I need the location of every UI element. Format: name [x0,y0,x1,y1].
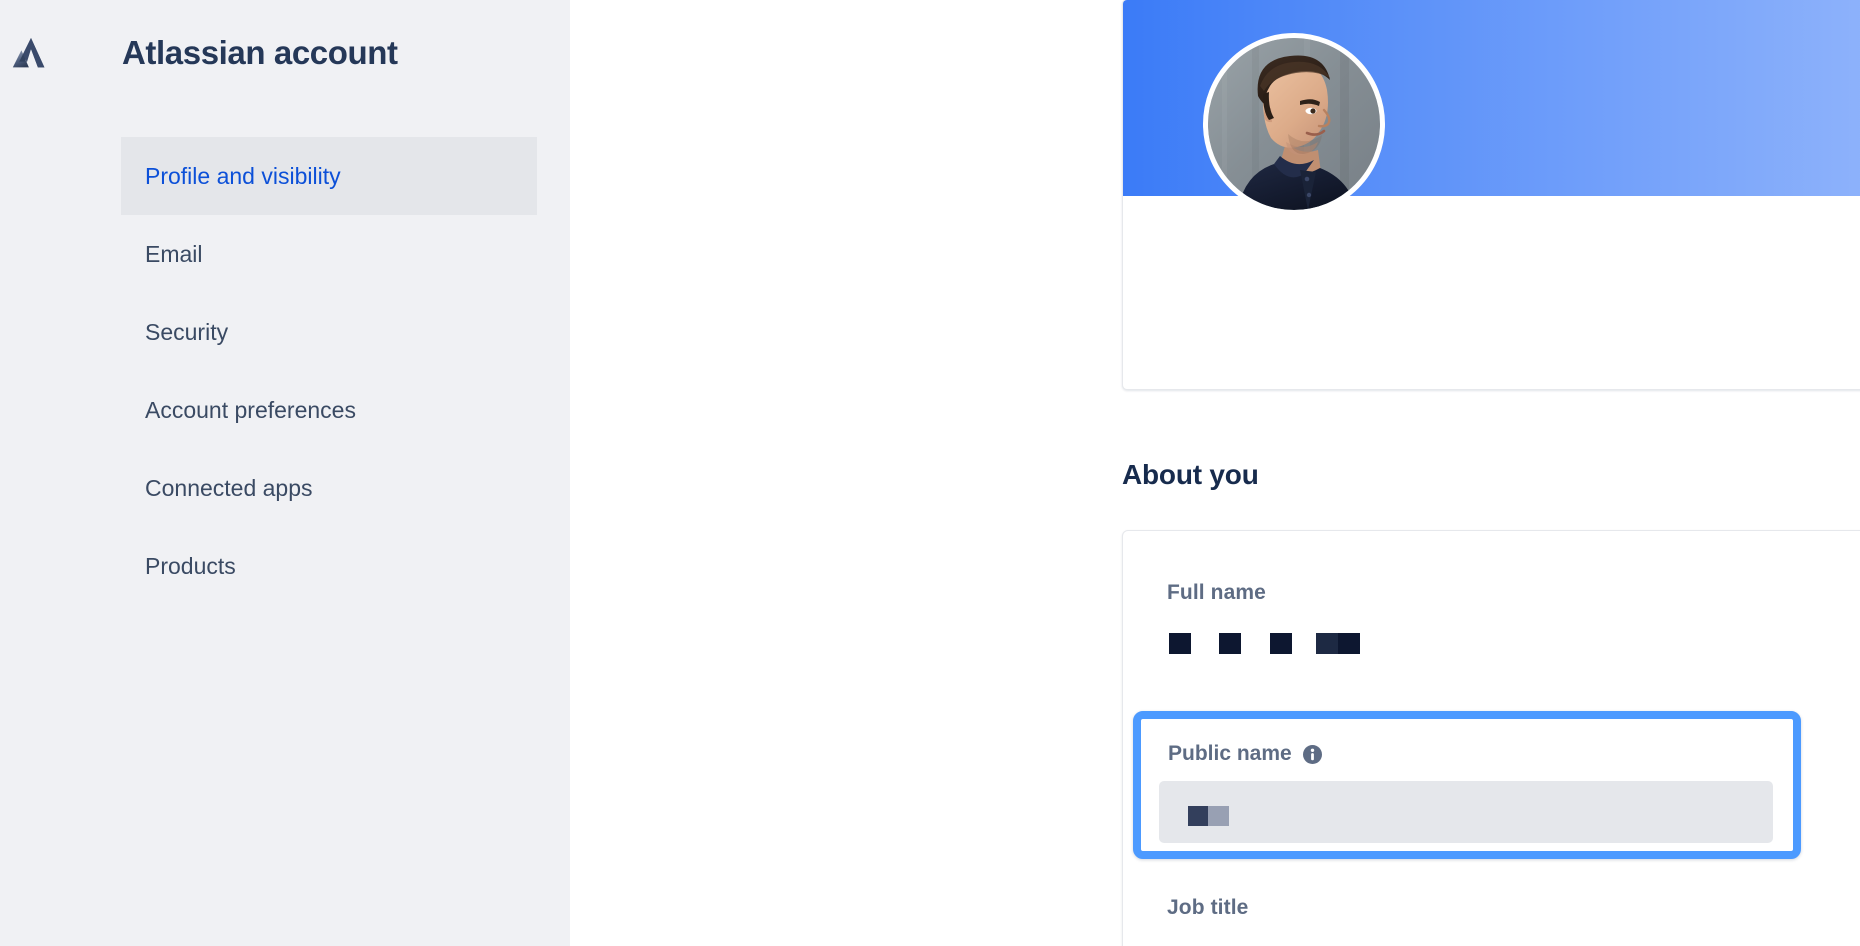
about-you-card: Full name Public name [1122,530,1860,946]
full-name-label: Full name [1167,579,1266,607]
page-title: Atlassian account [122,33,398,73]
full-name-value-redacted [1169,633,1360,654]
public-name-label: Public name [1168,740,1292,768]
redaction-block [1169,633,1191,654]
public-name-label-row: Public name [1168,740,1322,768]
redaction-block [1338,633,1360,654]
sidebar-nav: Profile and visibility Email Security Ac… [0,137,570,605]
redaction-block [1270,633,1292,654]
about-you-heading: About you [1122,455,1259,495]
sidebar-item-email[interactable]: Email [121,215,537,293]
public-name-input[interactable] [1159,781,1773,843]
sidebar-item-connected-apps[interactable]: Connected apps [121,449,537,527]
redaction-block [1316,633,1338,654]
sidebar-item-account-preferences[interactable]: Account preferences [121,371,537,449]
public-name-field-focus-ring: Public name [1133,711,1801,859]
profile-header-card [1122,0,1860,390]
sidebar-item-products[interactable]: Products [121,527,537,605]
sidebar-header: Atlassian account [0,0,570,118]
sidebar: Atlassian account Profile and visibility… [0,0,570,946]
info-icon[interactable] [1303,745,1322,764]
public-name-value-redacted [1188,806,1229,826]
redaction-block [1219,633,1241,654]
sidebar-item-security[interactable]: Security [121,293,537,371]
sidebar-item-profile-and-visibility[interactable]: Profile and visibility [121,137,537,215]
atlassian-logo-icon[interactable] [10,34,50,74]
atlassian-account-page: Atlassian account Profile and visibility… [0,0,1860,946]
job-title-label: Job title [1167,894,1248,922]
main-content: About you Full name Public name [570,0,1860,946]
redaction-block [1208,806,1229,826]
avatar-photo [1208,38,1380,210]
redaction-block [1188,806,1208,826]
avatar[interactable] [1203,33,1385,215]
